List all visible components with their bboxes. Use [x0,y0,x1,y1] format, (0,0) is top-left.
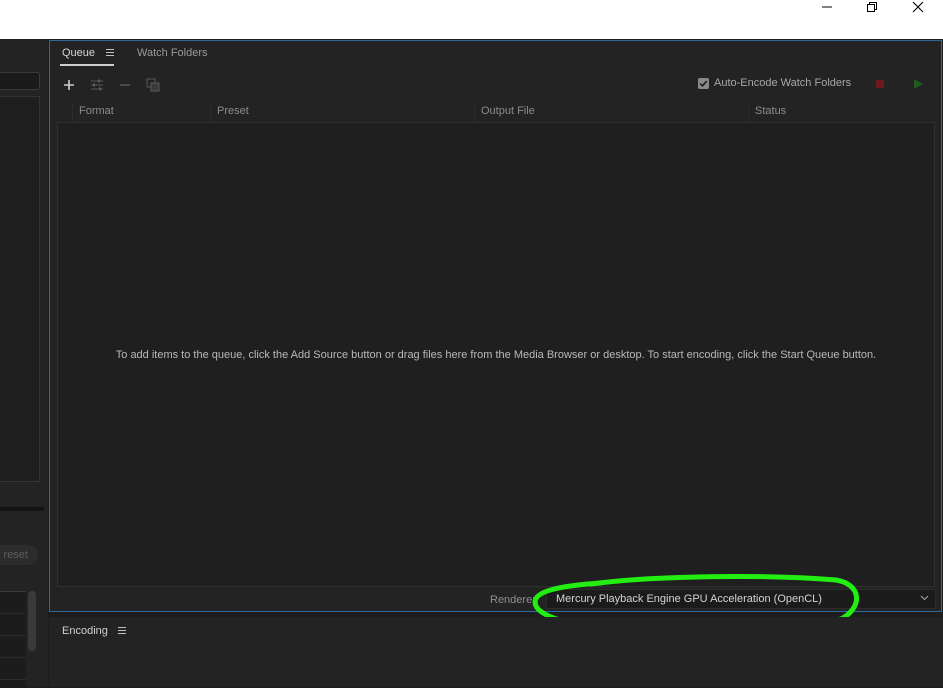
list-item[interactable] [0,592,26,614]
list-item[interactable] [0,658,26,680]
renderer-label: Renderer: [490,594,539,606]
left-scrollbar[interactable] [28,591,36,651]
restore-icon [867,2,877,12]
tab-watch-folders[interactable]: Watch Folders [137,47,208,59]
remove-button[interactable] [117,77,133,93]
queue-empty-message: To add items to the queue, click the Add… [115,349,877,361]
checkmark-icon [699,80,708,87]
close-icon [912,1,924,13]
add-source-button[interactable] [61,77,77,93]
auto-encode-label: Auto-Encode Watch Folders [714,77,852,89]
queue-column-header: Format Preset Output File Status [57,103,934,121]
remove-icon [120,84,130,86]
title-bar [0,0,943,39]
settings-sliders-icon [91,79,103,91]
queue-menu-icon[interactable] [106,49,114,58]
close-button[interactable] [895,0,941,14]
encoding-title[interactable]: Encoding [62,625,108,637]
left-list [0,591,26,688]
settings-button[interactable] [89,77,105,93]
left-content-pane [0,96,40,482]
add-source-icon [64,80,74,90]
encoding-menu-icon[interactable] [118,627,126,636]
chevron-down-icon [920,595,929,601]
minimize-button[interactable] [804,0,850,14]
start-queue-button[interactable] [914,79,923,89]
restore-button[interactable] [849,0,895,14]
queue-tabs: Queue Watch Folders [50,41,941,68]
active-tab-indicator [60,64,114,66]
duplicate-button[interactable] [145,77,161,93]
renderer-dropdown[interactable]: Mercury Playback Engine GPU Acceleration… [546,589,936,609]
stop-queue-button[interactable] [876,80,884,88]
list-item[interactable] [0,636,26,658]
queue-panel: Queue Watch Folders Auto-Encode Watch Fo… [49,40,942,612]
preset-button[interactable]: reset [0,545,38,565]
column-preset[interactable]: Preset [210,103,474,121]
column-format[interactable]: Format [72,103,210,121]
duplicate-icon [146,78,160,92]
column-status[interactable]: Status [748,103,885,121]
column-output-file[interactable]: Output File [474,103,748,121]
list-item[interactable] [0,614,26,636]
tab-queue[interactable]: Queue [62,47,95,59]
renderer-value: Mercury Playback Engine GPU Acceleration… [556,593,822,605]
encoding-panel: Encoding [49,617,943,687]
queue-drop-area[interactable]: To add items to the queue, click the Add… [57,122,935,587]
left-divider [0,507,44,511]
minimize-icon [822,6,832,8]
left-dock: reset [0,39,48,688]
auto-encode-checkbox[interactable] [698,78,709,89]
left-search-input[interactable] [0,72,40,90]
